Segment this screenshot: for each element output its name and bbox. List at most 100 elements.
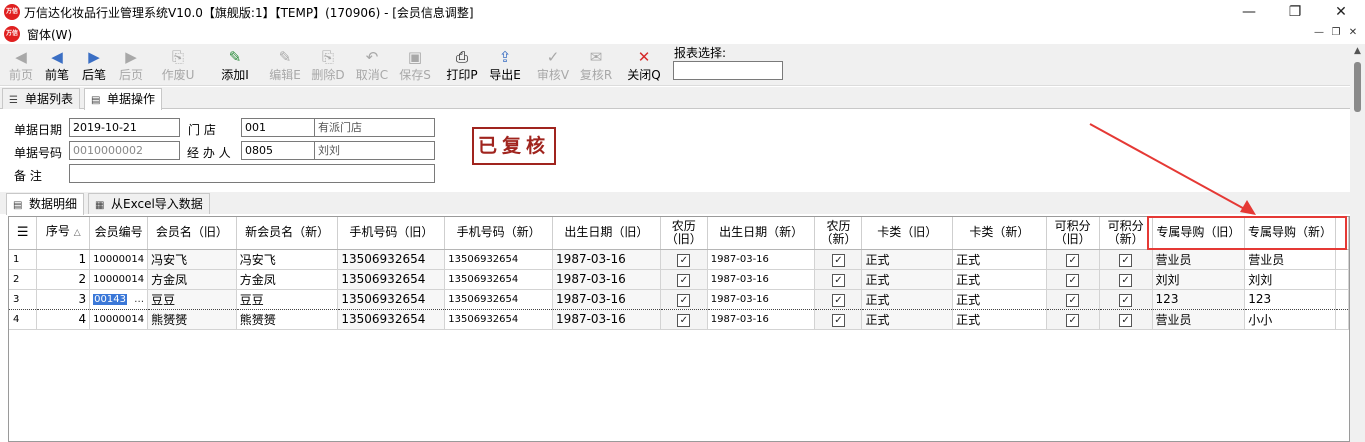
cell-name-new[interactable]: 冯安飞 — [236, 249, 339, 270]
cell-birth-new[interactable]: 1987-03-16 — [707, 288, 816, 310]
cell-member-no[interactable]: 10000014 — [89, 309, 149, 330]
column-header[interactable]: 序号 △ — [36, 217, 91, 250]
column-header[interactable]: 农历（新） — [814, 217, 863, 250]
column-header[interactable]: 手机号码（新） — [444, 217, 554, 250]
cell-points-new[interactable]: ✓ — [1099, 249, 1153, 270]
table-row[interactable]: 1 1 10000014 冯安飞 冯安飞 13506932654 13506932654 19… — [9, 249, 1349, 270]
scroll-up-icon[interactable]: ▲ — [1350, 46, 1365, 56]
cell-name-old[interactable]: 熊赟赟 — [147, 309, 237, 330]
tab-doc-operation[interactable]: ▤ 单据操作 — [84, 88, 163, 110]
checkbox-icon[interactable]: ✓ — [1119, 253, 1133, 267]
cell-card-new[interactable]: 正式 — [952, 249, 1047, 270]
review-button[interactable]: ✉ 复核R — [577, 44, 615, 86]
cell-member-no[interactable]: 10000014 — [89, 249, 149, 270]
mdi-minimize-icon[interactable]: — — [1312, 26, 1326, 40]
cell-birth-new[interactable]: 1987-03-16 — [707, 249, 816, 270]
cell-name-new[interactable]: 方金凤 — [236, 269, 339, 290]
column-header[interactable]: 手机号码（旧） — [337, 217, 446, 250]
cell-lunar-new[interactable]: ✓ — [814, 249, 863, 270]
prev-page-button[interactable]: ◀ 前页 — [2, 44, 40, 86]
cell-phone-old[interactable]: 13506932654 — [337, 309, 446, 330]
cell-name-new[interactable]: 熊赟赟 — [236, 309, 339, 330]
row-number[interactable]: 3 — [9, 288, 38, 310]
cell-card-old[interactable]: 正式 — [861, 309, 954, 330]
column-header[interactable]: 卡类（新） — [952, 217, 1047, 250]
row-selector-header[interactable]: ☰ — [9, 217, 38, 250]
cell-points-old[interactable]: ✓ — [1046, 269, 1100, 290]
cell-lunar-old[interactable]: ✓ — [660, 309, 708, 330]
cell-points-old[interactable]: ✓ — [1046, 249, 1100, 270]
tab-data-detail[interactable]: ▤ 数据明细 — [6, 193, 85, 215]
checkbox-icon[interactable]: ✓ — [677, 313, 691, 327]
cancel-button[interactable]: ↶ 取消C — [352, 44, 392, 86]
cell-member-no[interactable]: 00143 … — [89, 288, 149, 310]
cell-birth-new[interactable]: 1987-03-16 — [707, 269, 816, 290]
vertical-scrollbar[interactable]: ▲ — [1350, 44, 1365, 442]
checkbox-icon[interactable]: ✓ — [831, 253, 845, 267]
cell-birth-old[interactable]: 1987-03-16 — [552, 309, 661, 330]
column-header[interactable]: 出生日期（旧） — [552, 217, 661, 250]
mdi-close-icon[interactable]: ✕ — [1346, 26, 1360, 40]
checkbox-icon[interactable]: ✓ — [1066, 273, 1080, 287]
next-record-button[interactable]: ▶ 后笔 — [75, 44, 113, 86]
report-select-input[interactable] — [673, 61, 783, 80]
close-button[interactable]: ✕ 关闭Q — [625, 44, 663, 86]
cell-card-new[interactable]: 正式 — [952, 288, 1047, 310]
cell-name-old[interactable]: 豆豆 — [147, 288, 237, 310]
cell-guide-old[interactable]: 刘刘 — [1152, 269, 1246, 290]
row-number[interactable]: 1 — [9, 249, 38, 270]
cell-lunar-new[interactable]: ✓ — [814, 269, 863, 290]
delete-button[interactable]: ⎘ 删除D — [308, 44, 348, 86]
cell-guide-new[interactable]: 刘刘 — [1244, 269, 1336, 290]
member-no-editor[interactable]: 00143 — [93, 293, 127, 305]
handler-code-field[interactable]: 0805 — [241, 141, 315, 160]
cell-guide-old[interactable]: 123 — [1152, 288, 1246, 310]
column-header[interactable]: 会员名（旧） — [147, 217, 237, 250]
mdi-restore-icon[interactable]: ❐ — [1329, 26, 1343, 40]
cell-lunar-new[interactable]: ✓ — [814, 309, 863, 330]
cell-seq[interactable]: 2 — [36, 269, 91, 290]
column-header[interactable]: 新会员名（新） — [236, 217, 339, 250]
checkbox-icon[interactable]: ✓ — [1119, 273, 1133, 287]
add-button[interactable]: ✎ 添加I — [214, 44, 256, 86]
restore-icon[interactable]: ❐ — [1272, 0, 1318, 24]
cell-card-new[interactable]: 正式 — [952, 309, 1047, 330]
checkbox-icon[interactable]: ✓ — [677, 293, 691, 307]
cell-phone-new[interactable]: 13506932654 — [444, 249, 554, 270]
cell-birth-old[interactable]: 1987-03-16 — [552, 249, 661, 270]
print-button[interactable]: ⎙ 打印P — [443, 44, 481, 86]
checkbox-icon[interactable]: ✓ — [1119, 313, 1133, 327]
tab-excel-import[interactable]: ▦ 从Excel导入数据 — [88, 193, 210, 214]
cell-guide-old[interactable]: 营业员 — [1152, 309, 1246, 330]
column-header[interactable]: 农历（旧） — [660, 217, 708, 250]
cell-card-old[interactable]: 正式 — [861, 288, 954, 310]
cell-seq[interactable]: 1 — [36, 249, 91, 270]
checkbox-icon[interactable]: ✓ — [1066, 293, 1080, 307]
prev-record-button[interactable]: ◀ 前笔 — [38, 44, 76, 86]
cell-card-old[interactable]: 正式 — [861, 269, 954, 290]
cell-member-no[interactable]: 10000014 — [89, 269, 149, 290]
cell-card-old[interactable]: 正式 — [861, 249, 954, 270]
checkbox-icon[interactable]: ✓ — [1066, 313, 1080, 327]
date-field[interactable]: 2019-10-21 — [69, 118, 180, 137]
checkbox-icon[interactable]: ✓ — [831, 273, 845, 287]
cell-points-new[interactable]: ✓ — [1099, 269, 1153, 290]
cell-seq[interactable]: 3 — [36, 288, 91, 310]
cell-points-new[interactable]: ✓ — [1099, 288, 1153, 310]
cell-guide-new[interactable]: 123 — [1244, 288, 1336, 310]
cell-points-old[interactable]: ✓ — [1046, 309, 1100, 330]
tab-doc-list[interactable]: ☰ 单据列表 — [2, 88, 81, 109]
cell-lunar-old[interactable]: ✓ — [660, 249, 708, 270]
export-button[interactable]: ⇪ 导出E — [486, 44, 524, 86]
checkbox-icon[interactable]: ✓ — [1119, 293, 1133, 307]
ellipsis-icon[interactable]: … — [134, 294, 144, 305]
edit-button[interactable]: ✎ 编辑E — [265, 44, 305, 86]
column-header[interactable]: 出生日期（新） — [707, 217, 816, 250]
cell-guide-new[interactable]: 营业员 — [1244, 249, 1336, 270]
checkbox-icon[interactable]: ✓ — [831, 293, 845, 307]
column-header[interactable]: 会员编号 — [89, 217, 149, 250]
approve-button[interactable]: ✓ 审核V — [534, 44, 572, 86]
cell-birth-old[interactable]: 1987-03-16 — [552, 288, 661, 310]
menu-window[interactable]: 窗体(W) — [27, 26, 72, 43]
cell-lunar-old[interactable]: ✓ — [660, 269, 708, 290]
